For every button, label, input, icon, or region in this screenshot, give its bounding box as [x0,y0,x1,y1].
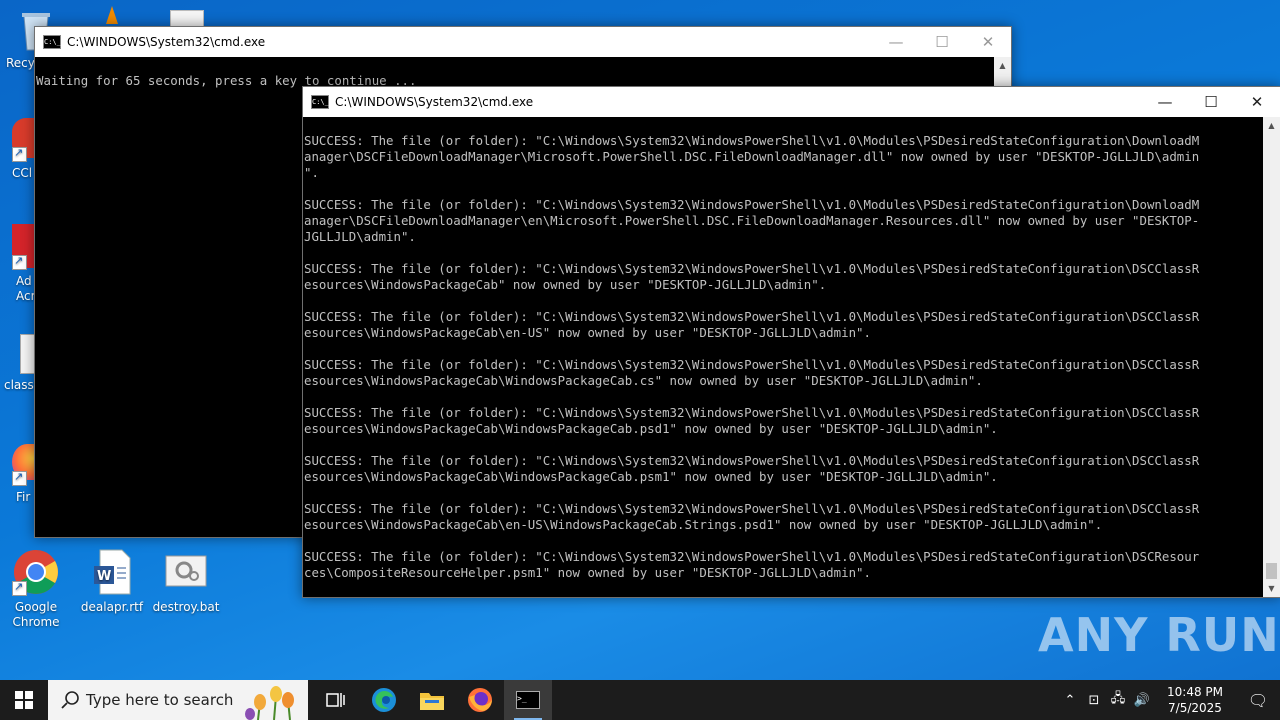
close-button[interactable]: ✕ [965,27,1011,57]
desktop-icon-dealapr-rtf[interactable]: W dealapr.rtf [76,548,148,615]
minimize-button[interactable]: — [1142,87,1188,117]
cmd-icon: C:\_ [311,95,329,109]
taskbar: Type here to search >_ ⌃ ⊡ 🖧 🔊 10:48 PM … [0,680,1280,720]
terminal-line: SUCCESS: The file (or folder): "C:\Windo… [304,453,1200,468]
notification-icon[interactable]: 🗨 [1236,691,1280,710]
window-title: C:\WINDOWS\System32\cmd.exe [67,35,266,49]
taskbar-clock[interactable]: 10:48 PM 7/5/2025 [1160,684,1230,716]
windows-logo-icon [15,691,33,709]
scroll-down-arrow-icon[interactable]: ▼ [1263,580,1280,597]
terminal-output: SUCCESS: The file (or folder): "C:\Windo… [303,117,1262,597]
word-document-icon: W [88,548,136,596]
taskbar-search-box[interactable]: Type here to search [48,680,308,720]
ccleaner-icon [12,118,40,162]
cmd-icon: >_ [516,691,540,709]
minimize-button[interactable]: — [873,27,919,57]
desktop-icon-label: Google Chrome [12,600,60,629]
terminal-line: ces\CompositeResourceHelper.psm1" now ow… [304,565,871,580]
terminal-line: esources\WindowsPackageCab\WindowsPackag… [304,469,998,484]
cmd-window-front[interactable]: C:\_ C:\WINDOWS\System32\cmd.exe — ☐ ✕ S… [302,86,1280,598]
vertical-scrollbar[interactable]: ▲ ▼ [1263,117,1280,597]
terminal-line: esources\WindowsPackageCab\en-US\Windows… [304,517,1103,532]
network-icon[interactable]: 🖧 [1106,689,1130,711]
terminal-line: anager\DSCFileDownloadManager\en\Microso… [304,213,1200,228]
firefox-taskbar-button[interactable] [456,680,504,720]
scroll-up-arrow-icon[interactable]: ▲ [1263,117,1280,134]
network-drive-icon[interactable]: ⊡ [1082,693,1106,708]
tulip-flowers-icon [238,680,308,720]
terminal-line: SUCCESS: The file (or folder): "C:\Windo… [304,405,1200,420]
chevron-up-icon[interactable]: ⌃ [1058,693,1082,708]
clock-date: 7/5/2025 [1168,701,1222,715]
file-explorer-taskbar-button[interactable] [408,680,456,720]
acrobat-icon [12,224,36,270]
terminal-line: anager\DSCFileDownloadManager\Microsoft.… [304,149,1200,164]
folder-icon [420,693,444,710]
maximize-button[interactable]: ☐ [919,27,965,57]
batch-file-icon [162,548,210,596]
vlc-icon[interactable] [104,6,120,26]
terminal-line: SUCCESS: The file (or folder): "C:\Windo… [304,501,1200,516]
task-view-button[interactable] [312,680,360,720]
terminal-line: SUCCESS: The file (or folder): "C:\Windo… [304,549,1200,564]
shortcut-arrow-icon [12,145,27,162]
terminal-line: SUCCESS: The file (or folder): "C:\Windo… [304,357,1200,372]
desktop-icon-google-chrome[interactable]: Google Chrome [0,548,72,630]
title-bar[interactable]: C:\_ C:\WINDOWS\System32\cmd.exe — ☐ ✕ [303,87,1280,117]
desktop-icon-destroy-bat[interactable]: destroy.bat [150,548,222,615]
desktop-icon-label: destroy.bat [152,600,220,614]
shortcut-arrow-icon [12,579,27,596]
task-view-icon [326,693,345,707]
terminal-line: SUCCESS: The file (or folder): "C:\Windo… [304,197,1200,212]
start-button[interactable] [0,680,48,720]
anyrun-watermark: ANY RUN [1038,608,1280,662]
firefox-icon [12,444,42,486]
title-bar[interactable]: C:\_ C:\WINDOWS\System32\cmd.exe — ☐ ✕ [35,27,1011,57]
chrome-icon [12,548,60,596]
edge-icon [372,688,396,712]
terminal-line: SUCCESS: The file (or folder): "C:\Windo… [304,133,1200,148]
edge-taskbar-button[interactable] [360,680,408,720]
maximize-button[interactable]: ☐ [1188,87,1234,117]
vertical-scrollbar[interactable]: ▲ [994,57,1011,87]
desktop-icon-label: dealapr.rtf [80,600,144,614]
search-icon [61,691,79,709]
scrollbar-thumb[interactable] [1266,563,1277,579]
svg-text:W: W [97,569,111,584]
cmd-icon: C:\_ [43,35,61,49]
volume-icon[interactable]: 🔊 [1130,693,1154,708]
terminal-output: Waiting for 65 seconds, press a key to c… [36,73,417,88]
terminal-line: esources\WindowsPackageCab\en-US" now ow… [304,325,871,340]
system-tray: ⌃ ⊡ 🖧 🔊 10:48 PM 7/5/2025 🗨 [1058,680,1280,720]
shortcut-arrow-icon [12,469,27,486]
terminal-line: JGLLJLD\admin". [304,229,416,244]
terminal-line: ". [304,165,319,180]
scroll-up-arrow-icon[interactable]: ▲ [994,57,1011,74]
shortcut-arrow-icon [12,253,27,270]
close-button[interactable]: ✕ [1234,87,1280,117]
terminal-line: esources\WindowsPackageCab\WindowsPackag… [304,421,998,436]
terminal-line: esources\WindowsPackageCab" now owned by… [304,277,827,292]
search-placeholder: Type here to search [86,691,234,709]
cmd-taskbar-button[interactable]: >_ [504,680,552,720]
terminal-line: SUCCESS: The file (or folder): "C:\Windo… [304,309,1200,324]
clock-time: 10:48 PM [1167,685,1223,699]
firefox-icon [468,688,492,712]
terminal-line: SUCCESS: The file (or folder): "C:\Windo… [304,261,1200,276]
window-title: C:\WINDOWS\System32\cmd.exe [335,95,534,109]
terminal-line: esources\WindowsPackageCab\WindowsPackag… [304,373,983,388]
